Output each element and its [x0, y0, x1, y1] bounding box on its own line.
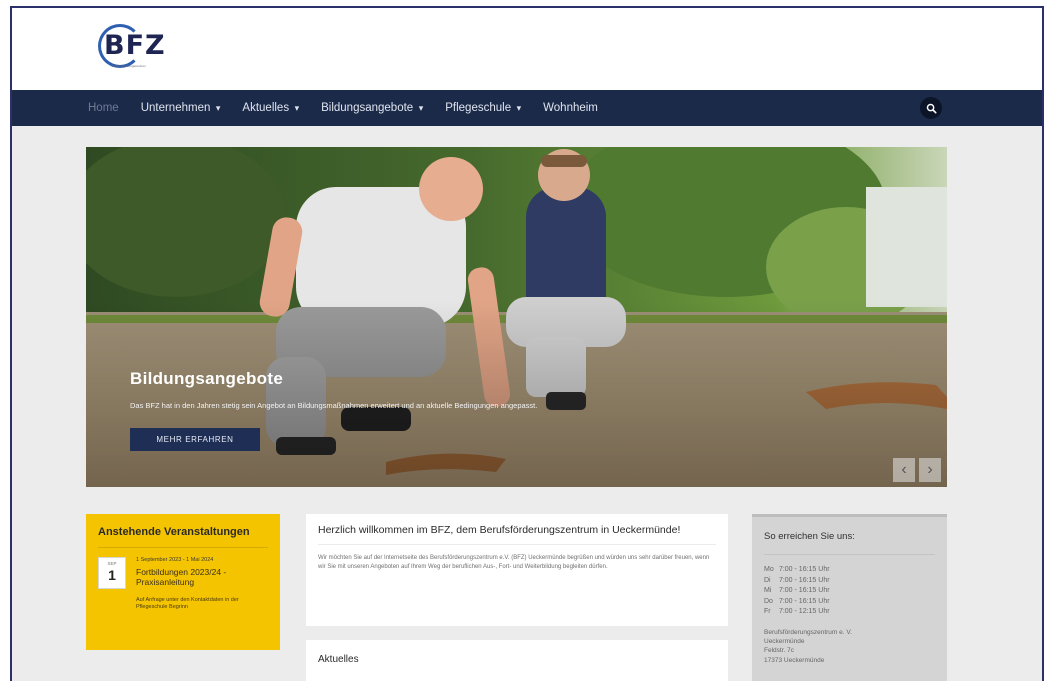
chevron-down-icon: ▾	[213, 103, 221, 113]
nav-item-label: Pflegeschule	[445, 102, 512, 114]
event-description: Auf Anfrage unter den Kontaktdaten in de…	[136, 597, 239, 611]
hours-time: 7:00 - 16:15 Uhr	[778, 576, 830, 584]
divider	[98, 547, 268, 548]
nav-item-label: Home	[88, 102, 119, 114]
address-line: Ueckermünde	[764, 637, 805, 645]
address-line: 17373 Ueckermünde	[764, 656, 825, 664]
logo-subtext: Berufsförderungszentrum	[112, 64, 146, 68]
hours-day: Do	[764, 597, 773, 605]
event-month: SEP	[107, 561, 117, 566]
nav-item-label: Aktuelles	[242, 102, 290, 114]
event-date-box: SEP 1	[98, 557, 126, 589]
contact-title: So erreichen Sie uns:	[764, 531, 855, 542]
main-navigation: Home Unternehmen ▾ Aktuelles ▾ Bildungsa…	[12, 90, 1042, 126]
hours-day: Mi	[764, 587, 772, 594]
event-date-range: 1 September 2023 - 1 Mai 2024	[136, 557, 214, 563]
opening-hours: Mo 7:00 - 16:15 Uhr Di 7:00 - 16:15 Uhr …	[764, 565, 935, 618]
nav-item-unternehmen[interactable]: Unternehmen ▾	[141, 102, 221, 114]
hours-time: 7:00 - 16:15 Uhr	[778, 587, 830, 594]
slider-prev-button[interactable]: ‹	[893, 458, 915, 482]
nav-item-label: Unternehmen	[140, 102, 211, 114]
hours-row: Fr 7:00 - 12:15 Uhr	[764, 607, 935, 618]
hours-row: Mi 7:00 - 16:15 Uhr	[764, 586, 935, 597]
logo-text: BFZ	[104, 30, 166, 61]
welcome-text: Wir möchten Sie auf der Internetseite de…	[318, 555, 710, 570]
chevron-down-icon: ▾	[416, 103, 424, 113]
hours-row: Mo 7:00 - 16:15 Uhr	[764, 565, 935, 576]
contact-widget: So erreichen Sie uns: Mo 7:00 - 16:15 Uh…	[752, 514, 947, 681]
chevron-down-icon: ▾	[292, 103, 300, 113]
bfz-logo[interactable]: BFZ Berufsförderungszentrum	[96, 20, 176, 76]
nav-item-wohnheim[interactable]: Wohnheim	[543, 102, 598, 114]
hero-slider: Bildungsangebote Das BFZ hat in den Jahr…	[86, 147, 947, 487]
search-icon	[926, 103, 937, 114]
hours-time: 7:00 - 12:15 Uhr	[778, 608, 830, 615]
events-widget: Anstehende Veranstaltungen SEP 1 1 Septe…	[86, 514, 280, 650]
nav-item-pflegeschule[interactable]: Pflegeschule ▾	[445, 102, 521, 114]
nav-item-aktuelles[interactable]: Aktuelles ▾	[242, 102, 299, 114]
hours-row: Di 7:00 - 16:15 Uhr	[764, 576, 935, 587]
hours-day: Mo	[764, 566, 774, 573]
nav-item-label: Bildungsangebote	[321, 102, 414, 114]
events-title: Anstehende Veranstaltungen	[98, 526, 250, 538]
chevron-left-icon: ‹	[901, 461, 907, 478]
chevron-right-icon: ›	[927, 461, 933, 478]
slider-next-button[interactable]: ›	[919, 458, 941, 482]
hours-row: Do 7:00 - 16:15 Uhr	[764, 597, 935, 608]
nav-item-home[interactable]: Home	[88, 102, 119, 114]
divider	[764, 554, 935, 555]
browser-frame: BFZ Berufsförderungszentrum Home Unterne…	[10, 6, 1044, 681]
site-header: BFZ Berufsförderungszentrum	[12, 8, 1042, 90]
address: Berufsförderungszentrum e. V. Ueckermünd…	[764, 628, 935, 666]
hours-time: 7:00 - 16:15 Uhr	[778, 597, 830, 605]
news-card: Aktuelles	[306, 640, 728, 681]
search-button[interactable]	[920, 97, 942, 119]
event-title-link[interactable]: Fortbildungen 2023/24 - Praxisanleitung	[136, 567, 266, 587]
event-item[interactable]: SEP 1 1 September 2023 - 1 Mai 2024 Fort…	[98, 557, 268, 637]
event-day: 1	[108, 567, 116, 583]
more-info-button[interactable]: MEHR ERFAHREN	[130, 428, 260, 451]
news-title: Aktuelles	[318, 654, 359, 665]
hero-text: Das BFZ hat in den Jahren stetig sein An…	[130, 401, 538, 410]
chevron-down-icon: ▾	[514, 103, 522, 113]
welcome-title: Herzlich willkommen im BFZ, dem Berufsfö…	[318, 524, 681, 536]
hours-time: 7:00 - 16:15 Uhr	[778, 566, 830, 573]
hero-title: Bildungsangebote	[130, 369, 284, 388]
divider	[318, 544, 716, 546]
hours-day: Fr	[764, 608, 771, 615]
address-line: Feldstr. 7c	[764, 647, 794, 655]
nav-item-label: Wohnheim	[543, 102, 598, 114]
welcome-card: Herzlich willkommen im BFZ, dem Berufsfö…	[306, 514, 728, 626]
hours-day: Di	[764, 576, 771, 584]
address-line: Berufsförderungszentrum e. V.	[764, 628, 852, 636]
nav-item-bildungsangebote[interactable]: Bildungsangebote ▾	[321, 102, 423, 114]
